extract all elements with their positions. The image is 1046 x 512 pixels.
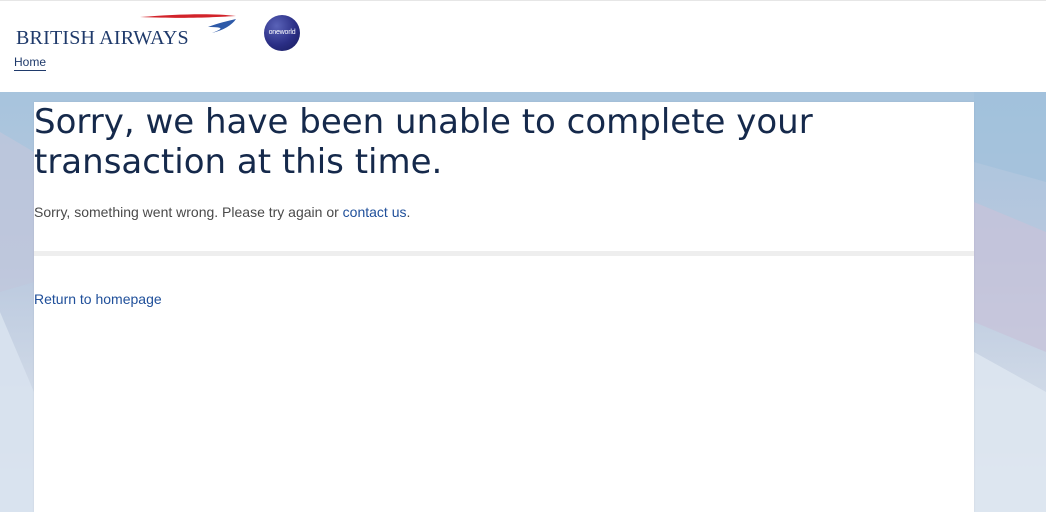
divider (34, 251, 974, 256)
brand-name: BRITISH AIRWAYS (16, 27, 189, 49)
oneworld-logo[interactable]: oneworld (264, 15, 300, 51)
error-title: Sorry, we have been unable to complete y… (34, 102, 813, 182)
error-message-text: Sorry, something went wrong. Please try … (34, 204, 343, 220)
error-card: Sorry, we have been unable to complete y… (34, 102, 974, 512)
site-header: BRITISH AIRWAYS oneworld Home (0, 0, 1046, 92)
british-airways-logo[interactable]: BRITISH AIRWAYS (14, 13, 236, 53)
home-link[interactable]: Home (14, 55, 47, 71)
error-message-end: . (406, 204, 411, 220)
contact-us-link[interactable]: contact us (343, 204, 407, 220)
error-message: Sorry, something went wrong. Please try … (34, 204, 410, 220)
return-to-homepage-link[interactable]: Return to homepage (34, 291, 162, 307)
